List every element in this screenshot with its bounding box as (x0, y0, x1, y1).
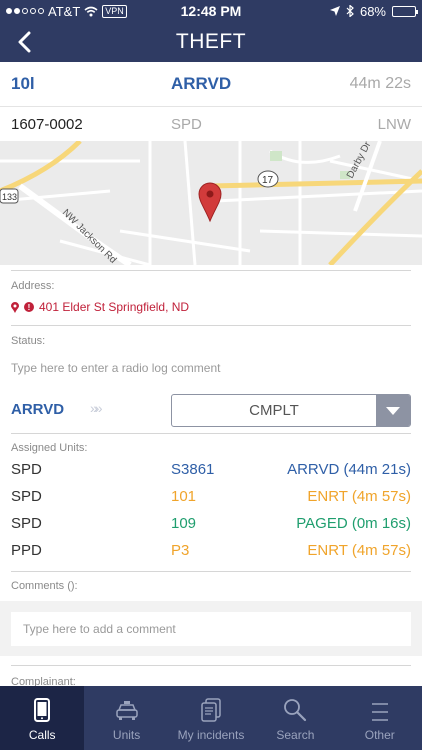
menu-icon (371, 703, 388, 721)
car-icon (115, 701, 138, 720)
unit-row[interactable]: PPD P3 ENRT (4m 57s) (11, 537, 411, 564)
address-label: Address: (11, 280, 55, 292)
current-status: ARRVD (11, 401, 65, 418)
assigned-units-label: Assigned Units: (11, 442, 88, 454)
tab-calls-label: Calls (28, 728, 56, 742)
incident-detail-row: 1607-0002 SPD LNW (0, 107, 422, 141)
unit-id: S3861 (171, 461, 215, 478)
double-chevron-icon: »» (90, 400, 102, 416)
unit-agency: SPD (11, 488, 42, 505)
unit-id: P3 (171, 542, 190, 559)
clock: 12:48 PM (180, 3, 242, 19)
search-icon (284, 699, 307, 722)
incident-area: LNW (377, 115, 411, 133)
tab-other-label: Other (364, 728, 395, 742)
tab-calls[interactable]: Calls (0, 686, 85, 750)
carrier-name: AT&T (48, 3, 81, 19)
address-value: 401 Elder St Springfield, ND (39, 300, 190, 314)
documents-icon (201, 698, 221, 722)
status-change-row: ARRVD »» CMPLT (0, 393, 422, 427)
tab-my-incidents[interactable]: My incidents (169, 686, 253, 750)
signal-strength-icon (6, 8, 44, 14)
location-arrow-icon (329, 6, 340, 16)
divider (11, 433, 411, 434)
divider (11, 325, 411, 326)
tab-units[interactable]: Units (84, 686, 168, 750)
phone-icon (34, 698, 51, 722)
comments-label: Comments (): (11, 580, 78, 592)
chevron-left-icon (18, 31, 31, 53)
tab-other[interactable]: Other (338, 686, 422, 750)
tab-units-label: Units (112, 728, 141, 742)
bluetooth-icon (346, 5, 354, 17)
unit-status: ENRT (4m 57s) (307, 488, 411, 505)
back-button[interactable] (8, 26, 40, 58)
incident-agency: SPD (171, 115, 202, 133)
divider (11, 571, 411, 572)
unit-row[interactable]: SPD 101 ENRT (4m 57s) (11, 483, 411, 510)
battery-percent: 68% (359, 3, 386, 19)
unit-agency: PPD (11, 542, 42, 559)
assigned-units-list: SPD S3861 ARRVD (44m 21s) SPD 101 ENRT (4m 57… (11, 456, 411, 564)
unit-id: 101 (171, 488, 197, 505)
unit-id: 109 (171, 515, 197, 532)
unit-status: ENRT (4m 57s) (307, 542, 411, 559)
unit-status: ARRVD (44m 21s) (287, 461, 411, 478)
divider (11, 270, 411, 271)
tab-my-incidents-label: My incidents (177, 728, 245, 742)
tab-search[interactable]: Search (253, 686, 337, 750)
incident-status: ARRVD (171, 74, 232, 93)
unit-agency: SPD (11, 515, 42, 532)
alert-icon: ! (24, 302, 34, 312)
unit-row[interactable]: SPD 109 PAGED (0m 16s) (11, 510, 411, 537)
comment-input[interactable] (11, 612, 411, 646)
battery-icon (392, 5, 418, 17)
incident-map[interactable]: 133 17 NW Jackson Rd Darby Dr (0, 141, 422, 265)
status-label: Status: (11, 335, 46, 347)
dropdown-toggle[interactable] (376, 395, 410, 426)
next-status-select[interactable]: CMPLT (171, 394, 411, 427)
next-status-value: CMPLT (249, 402, 299, 419)
location-pin-icon (11, 301, 19, 313)
unit-row[interactable]: SPD S3861 ARRVD (44m 21s) (11, 456, 411, 483)
incident-unit: 10l (11, 74, 35, 93)
incident-summary-row: 10l ARRVD 44m 22s (0, 62, 422, 107)
unit-status: PAGED (0m 16s) (296, 515, 411, 532)
nav-bar: THEFT (0, 22, 422, 62)
map-label-route-133: 133 (2, 192, 17, 202)
tab-search-label: Search (276, 728, 315, 742)
page-title: THEFT (175, 30, 247, 53)
vpn-badge: VPN (102, 4, 127, 18)
divider (11, 665, 411, 666)
caret-down-icon (386, 406, 400, 415)
unit-agency: SPD (11, 461, 42, 478)
wifi-icon (84, 6, 98, 16)
map-label-route-17: 17 (262, 175, 274, 186)
tab-bar: Calls Units My incidents Search Other (0, 686, 422, 750)
incident-number: 1607-0002 (11, 115, 83, 133)
radio-log-input[interactable] (11, 359, 411, 377)
address-link[interactable]: ! 401 Elder St Springfield, ND (11, 300, 189, 314)
status-bar: AT&T VPN 12:48 PM 68% (0, 0, 422, 22)
incident-elapsed: 44m 22s (349, 75, 411, 92)
